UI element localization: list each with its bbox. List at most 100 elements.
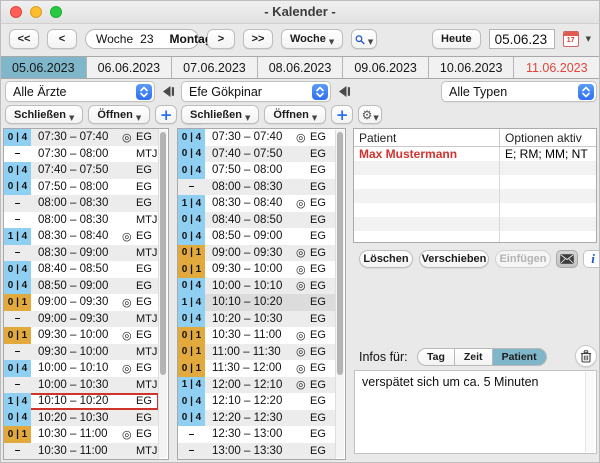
appointment-slot-row[interactable]: 0 | 109:00 – 09:30◎EG <box>4 294 159 311</box>
all-types-select[interactable]: Alle Typen <box>441 81 597 102</box>
note-textarea[interactable]: verspätet sich um ca. 5 Minuten <box>354 370 597 454</box>
tab-date-1[interactable]: 05.06.2023 <box>1 57 87 78</box>
all-doctors-select[interactable]: Alle Ärzte <box>5 81 155 102</box>
scrollbar[interactable] <box>335 130 344 458</box>
slot-time: 07:40 – 07:50 <box>212 148 296 160</box>
appointment-slot-row[interactable]: 0 | 109:30 – 10:00◎EG <box>178 261 336 278</box>
close-slots-button[interactable]: Schließen▼ <box>181 105 259 124</box>
tab-zeit[interactable]: Zeit <box>454 348 492 366</box>
appointment-slot-row[interactable]: –08:00 – 08:30MTJ <box>4 212 159 229</box>
slot-count-badge: 0 | 4 <box>4 360 31 377</box>
appointment-slot-row[interactable]: 1 | 410:10 – 10:20EG <box>178 294 336 311</box>
practitioner-code: EG <box>310 329 326 341</box>
appointment-slot-row[interactable]: –09:30 – 10:00MTJ <box>4 344 159 361</box>
appointment-slot-row[interactable]: 0 | 407:30 – 07:40◎EG <box>178 129 336 146</box>
announce-doctor-button[interactable] <box>158 81 178 101</box>
slot-time: 12:30 – 13:00 <box>212 428 296 440</box>
move-button[interactable]: Verschieben <box>419 250 489 268</box>
add-slot-button[interactable]: + <box>331 105 353 124</box>
appointment-slot-row[interactable]: –10:00 – 10:30MTJ <box>4 377 159 394</box>
scrollbar-thumb[interactable] <box>160 132 166 375</box>
open-slots-button[interactable]: Öffnen▼ <box>264 105 326 124</box>
appointment-slot-row[interactable]: 0 | 410:20 – 10:30EG <box>178 311 336 328</box>
appointment-slot-row[interactable]: 0 | 410:20 – 10:30EG <box>4 410 159 427</box>
appointment-slot-row[interactable]: –07:30 – 08:00MTJ <box>4 146 159 163</box>
tab-date-2[interactable]: 06.06.2023 <box>87 57 173 78</box>
appointment-slot-row[interactable]: 0 | 111:30 – 12:00◎EG <box>178 360 336 377</box>
appointment-slot-row[interactable]: –13:00 – 13:30EG <box>178 443 336 460</box>
scrollbar[interactable] <box>585 372 595 452</box>
appointment-slot-row[interactable]: –08:30 – 09:00MTJ <box>4 245 159 262</box>
appointment-slot-row[interactable]: –10:30 – 11:00MTJ <box>4 443 159 460</box>
patient-row[interactable]: Max MustermannE; RM; MM; NT <box>354 147 596 161</box>
appointment-slot-row[interactable]: 0 | 412:20 – 12:30EG <box>178 410 336 427</box>
search-button[interactable]: ▼ <box>351 29 377 49</box>
view-mode-menu-button[interactable]: Woche▼ <box>281 29 343 49</box>
appointment-list-2: 0 | 407:30 – 07:40◎EG0 | 407:40 – 07:50E… <box>177 128 346 460</box>
delete-button[interactable]: Löschen <box>359 250 413 268</box>
week-day-field[interactable]: Woche 23 Montag <box>85 29 199 49</box>
slot-time: 09:30 – 10:00 <box>38 329 122 341</box>
mail-button[interactable] <box>556 250 578 268</box>
appointment-slot-row[interactable]: 0 | 408:50 – 09:00EG <box>4 278 159 295</box>
info-button[interactable]: i <box>583 250 600 268</box>
slot-count-badge: 0 | 1 <box>4 294 31 311</box>
date-input[interactable]: 05.06.23 <box>489 29 555 49</box>
appointment-slot-row[interactable] <box>178 459 336 460</box>
appointment-slot-row[interactable]: 0 | 109:30 – 10:00◎EG <box>4 327 159 344</box>
slot-time: 10:00 – 10:30 <box>38 379 122 391</box>
tab-date-4[interactable]: 08.06.2023 <box>258 57 344 78</box>
appointment-slot-row[interactable]: 0 | 111:00 – 11:30◎EG <box>178 344 336 361</box>
appointment-slot-row[interactable]: 1 | 408:30 – 08:40◎EG <box>4 228 159 245</box>
scrollbar-thumb[interactable] <box>337 132 343 375</box>
tab-date-6[interactable]: 10.06.2023 <box>429 57 515 78</box>
chevron-down-icon: ▼ <box>136 114 141 122</box>
appointment-slot-row[interactable] <box>4 459 159 460</box>
appointment-slot-row[interactable]: 0 | 407:40 – 07:50EG <box>4 162 159 179</box>
announce-practitioner-button[interactable] <box>334 81 354 101</box>
appointment-slot-row[interactable]: 0 | 407:50 – 08:00EG <box>4 179 159 196</box>
delete-note-button[interactable] <box>575 345 597 367</box>
tab-patient[interactable]: Patient <box>492 348 547 366</box>
close-slots-button[interactable]: Schließen▼ <box>5 105 83 124</box>
tab-date-3[interactable]: 07.06.2023 <box>172 57 258 78</box>
appointment-slot-row[interactable]: 1 | 412:00 – 12:10◎EG <box>178 377 336 394</box>
next-week-button[interactable]: >> <box>243 29 273 49</box>
tab-date-7[interactable]: 11.06.2023 <box>514 57 599 78</box>
open-slots-button[interactable]: Öffnen▼ <box>88 105 150 124</box>
appointment-slot-row[interactable]: 0 | 110:30 – 11:00◎EG <box>4 426 159 443</box>
trash-icon <box>580 350 592 363</box>
previous-week-button[interactable]: << <box>9 29 39 49</box>
add-slot-button[interactable]: + <box>155 105 177 124</box>
appointment-slot-row[interactable]: 0 | 410:00 – 10:10◎EG <box>178 278 336 295</box>
patient-table: Patient Optionen aktiv Max MustermannE; … <box>353 128 597 243</box>
appointment-slot-row[interactable]: 0 | 408:50 – 09:00EG <box>178 228 336 245</box>
practitioner-select[interactable]: Efe Gökpinar <box>181 81 331 102</box>
appointment-slot-row[interactable]: 0 | 407:50 – 08:00EG <box>178 162 336 179</box>
appointment-slot-row[interactable]: –12:30 – 13:00EG <box>178 426 336 443</box>
slot-count-badge: 0 | 4 <box>4 162 31 179</box>
appointment-slot-row[interactable]: 0 | 110:30 – 11:00◎EG <box>178 327 336 344</box>
practitioner-code: EG <box>310 445 326 457</box>
appointment-slot-row[interactable]: –08:00 – 08:30EG <box>178 179 336 196</box>
appointment-slot-row[interactable]: –08:00 – 08:30EG <box>4 195 159 212</box>
practitioner-code: EG <box>136 230 152 242</box>
today-button[interactable]: Heute <box>432 29 481 49</box>
appointment-slot-row[interactable]: 0 | 109:00 – 09:30◎EG <box>178 245 336 262</box>
tab-date-5[interactable]: 09.06.2023 <box>343 57 429 78</box>
appointment-slot-row[interactable]: –09:00 – 09:30MTJ <box>4 311 159 328</box>
appointment-slot-row[interactable]: 0 | 412:10 – 12:20EG <box>178 393 336 410</box>
tab-tag[interactable]: Tag <box>417 348 454 366</box>
appointment-slot-row[interactable]: 1 | 408:30 – 08:40◎EG <box>178 195 336 212</box>
calendar-picker-button[interactable]: 17 ▼ <box>563 31 591 47</box>
appointment-slot-row[interactable]: 0 | 407:30 – 07:40◎EG <box>4 129 159 146</box>
scrollbar[interactable] <box>158 130 167 458</box>
next-day-button[interactable]: > <box>207 29 235 49</box>
appointment-slot-row[interactable]: 0 | 408:40 – 08:50EG <box>4 261 159 278</box>
appointment-slot-row[interactable]: 0 | 407:40 – 07:50EG <box>178 146 336 163</box>
appointment-slot-row[interactable]: 0 | 410:00 – 10:10◎EG <box>4 360 159 377</box>
slot-settings-button[interactable]: ⚙▼ <box>358 105 382 124</box>
appointment-slot-row[interactable]: 1 | 410:10 – 10:20EG <box>4 393 159 410</box>
appointment-slot-row[interactable]: 0 | 408:40 – 08:50EG <box>178 212 336 229</box>
previous-day-button[interactable]: < <box>47 29 77 49</box>
